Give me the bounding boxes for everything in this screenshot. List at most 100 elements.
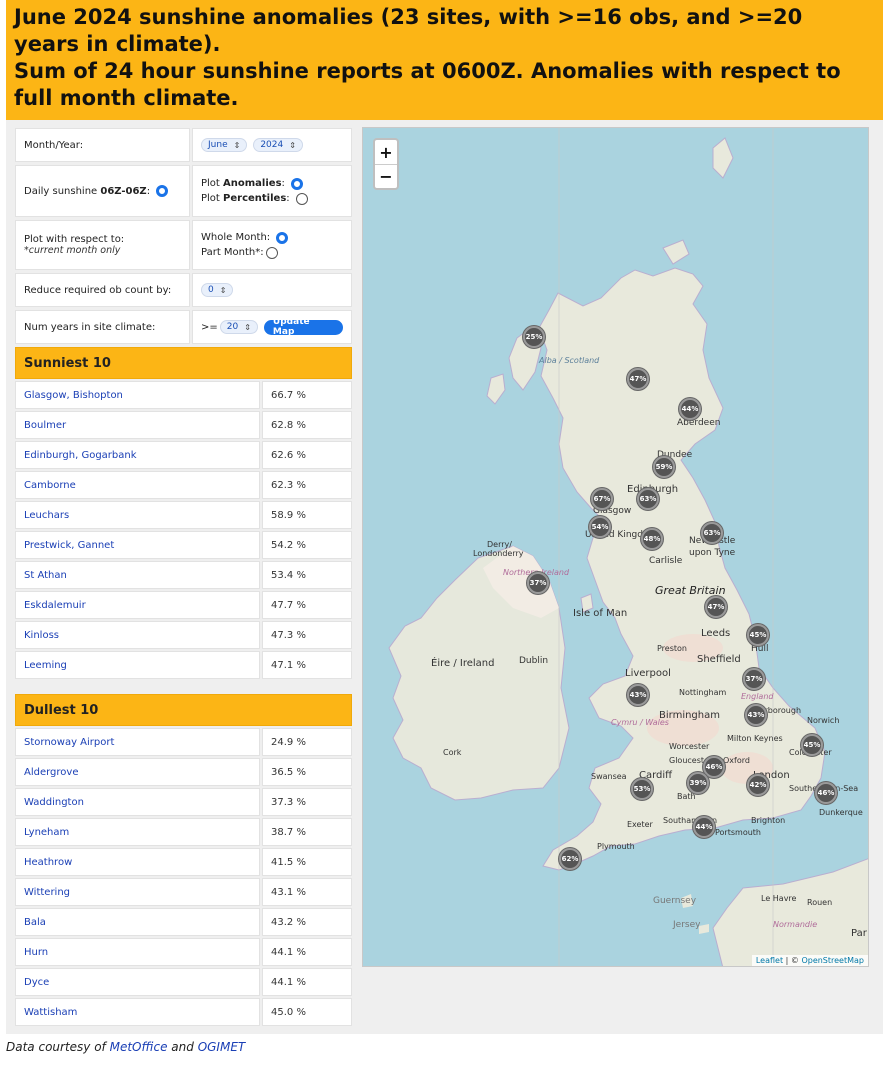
num-years-row: Num years in site climate: >= 20 ⇕ Update… [15,310,352,344]
site-name-link[interactable]: Kinloss [15,621,260,649]
map-label: upon Tyne [689,548,736,558]
main-panel: Month/Year: June ⇕ 2024 ⇕ Daily sunshine 0… [6,120,883,1034]
map-label: Londonderry [473,549,524,558]
site-value: 43.2 % [262,908,352,936]
site-name-link[interactable]: Leuchars [15,501,260,529]
site-name-link[interactable]: St Athan [15,561,260,589]
map-marker[interactable]: 47% [627,368,649,390]
site-name-link[interactable]: Camborne [15,471,260,499]
site-value: 66.7 % [262,381,352,409]
site-name-link[interactable]: Edinburgh, Gogarbank [15,441,260,469]
site-name-link[interactable]: Wattisham [15,998,260,1026]
map-attribution: Leaflet | © OpenStreetMap [751,955,868,966]
respect-label: Plot with respect to: [24,234,125,245]
leaflet-link[interactable]: Leaflet [756,956,783,965]
site-name-link[interactable]: Heathrow [15,848,260,876]
zoom-out-button[interactable]: − [375,164,397,188]
update-map-button[interactable]: Update Map [263,317,343,337]
chevron-updown-icon: ⇕ [233,140,241,150]
table-row: Leeming 47.1 % [15,651,352,679]
site-name-link[interactable]: Hurn [15,938,260,966]
year-select[interactable]: 2024 ⇕ [253,138,303,152]
table-row: Aldergrove 36.5 % [15,758,352,786]
map-marker[interactable]: 42% [747,774,769,796]
month-select[interactable]: June ⇕ [201,138,248,152]
map-marker[interactable]: 44% [693,816,715,838]
map-marker[interactable]: 67% [591,488,613,510]
map-marker[interactable]: 62% [559,848,581,870]
map-marker[interactable]: 54% [589,516,611,538]
site-name-link[interactable]: Eskdalemuir [15,591,260,619]
site-name-link[interactable]: Bala [15,908,260,936]
map-label: Dublin [519,656,549,666]
map-marker[interactable]: 53% [631,778,653,800]
map-marker[interactable]: 46% [703,756,725,778]
map-label: Cork [443,748,462,757]
map-marker[interactable]: 48% [641,528,663,550]
map-marker[interactable]: 25% [523,326,545,348]
map-marker[interactable]: 45% [801,734,823,756]
site-value: 43.1 % [262,878,352,906]
map-marker[interactable]: 43% [627,684,649,706]
map-marker[interactable]: 44% [679,398,701,420]
site-name-link[interactable]: Glasgow, Bishopton [15,381,260,409]
site-value: 62.6 % [262,441,352,469]
map-label: Worcester [669,742,710,751]
map-view[interactable]: + − Alba / Scotland Aberdeen Dundee Edin… [362,127,869,967]
site-name-link[interactable]: Dyce [15,968,260,996]
zoom-in-button[interactable]: + [375,140,397,164]
control-panel: Month/Year: June ⇕ 2024 ⇕ Daily sunshine 0… [15,128,352,1028]
map-label: Portsmouth [715,828,761,837]
site-name-link[interactable]: Lyneham [15,818,260,846]
map-label: Isle of Man [573,608,628,619]
site-name-link[interactable]: Leeming [15,651,260,679]
map-label: Nottingham [679,688,727,697]
plot-percentiles-radio[interactable] [295,192,308,205]
site-value: 45.0 % [262,998,352,1026]
site-name-link[interactable]: Prestwick, Gannet [15,531,260,559]
whole-month-radio[interactable] [276,231,289,244]
site-name-link[interactable]: Stornoway Airport [15,728,260,756]
part-month-radio[interactable] [265,246,278,259]
plot-anomalies-radio[interactable] [290,177,303,190]
num-years-select[interactable]: 20 ⇕ [219,320,258,334]
site-value: 54.2 % [262,531,352,559]
table-row: Camborne 62.3 % [15,471,352,499]
metoffice-link[interactable]: MetOffice [110,1040,168,1054]
map-marker[interactable]: 63% [701,522,723,544]
daily-sunshine-radio[interactable] [156,185,169,197]
ogimet-link[interactable]: OGIMET [198,1040,246,1054]
table-row: St Athan 53.4 % [15,561,352,589]
map-label: Éire / Ireland [431,658,495,669]
reduce-select[interactable]: 0 ⇕ [201,283,234,297]
table-row: Stornoway Airport 24.9 % [15,728,352,756]
map-marker[interactable]: 37% [743,668,765,690]
osm-link[interactable]: OpenStreetMap [801,956,864,965]
map-marker[interactable]: 46% [815,782,837,804]
map-marker[interactable]: 37% [527,572,549,594]
site-value: 36.5 % [262,758,352,786]
site-value: 44.1 % [262,938,352,966]
map-label: Normandie [773,920,818,929]
map-marker[interactable]: 59% [653,456,675,478]
table-row: Glasgow, Bishopton 66.7 % [15,381,352,409]
chevron-updown-icon: ⇕ [244,322,251,332]
map-label: Oxford [723,756,750,765]
site-value: 38.7 % [262,818,352,846]
header-line-1: June 2024 sunshine anomalies (23 sites, … [14,5,803,29]
map-label: Sheffield [697,654,741,665]
map-marker[interactable]: 39% [687,772,709,794]
map-marker[interactable]: 45% [747,624,769,646]
site-name-link[interactable]: Boulmer [15,411,260,439]
map-marker[interactable]: 43% [745,704,767,726]
map-label: Carlisle [649,556,683,566]
site-name-link[interactable]: Aldergrove [15,758,260,786]
site-value: 62.8 % [262,411,352,439]
map-marker[interactable]: 47% [705,596,727,618]
map-marker[interactable]: 63% [637,488,659,510]
site-value: 47.1 % [262,651,352,679]
dullest-heading: Dullest 10 [15,694,352,726]
site-name-link[interactable]: Waddington [15,788,260,816]
site-name-link[interactable]: Wittering [15,878,260,906]
map-label: Cymru / Wales [611,718,669,727]
